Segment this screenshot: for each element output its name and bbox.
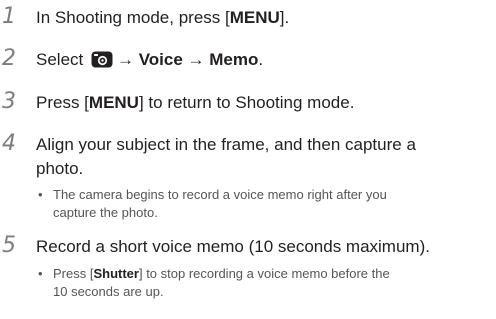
step-text: Press [MENU] to return to Shooting mode. xyxy=(36,93,355,112)
bullet-dot: • xyxy=(38,187,43,202)
camera-icon xyxy=(91,51,113,75)
step-number: 4 xyxy=(2,131,16,156)
step-text-line-2: photo. xyxy=(36,159,84,178)
bullet-dot: • xyxy=(38,266,43,281)
step-number: 1 xyxy=(2,4,16,29)
step-text-line-1: Align your subject in the frame, and the… xyxy=(36,135,416,154)
shutter-key: Shutter xyxy=(93,266,139,281)
step-text: Record a short voice memo (10 seconds ma… xyxy=(36,237,430,256)
step-number: 3 xyxy=(2,89,16,114)
step-number: 5 xyxy=(2,233,16,258)
step-text: In Shooting mode, press [MENU]. xyxy=(36,8,290,27)
menu-key: MENU xyxy=(88,93,139,112)
bullet-text: The camera begins to record a voice memo… xyxy=(53,187,387,220)
menu-key: MENU xyxy=(229,8,280,27)
step-number: 2 xyxy=(2,46,16,71)
step-text: Select → Voice → Memo. xyxy=(36,48,263,75)
bullet-text: Press [Shutter] to stop recording a voic… xyxy=(53,266,390,299)
